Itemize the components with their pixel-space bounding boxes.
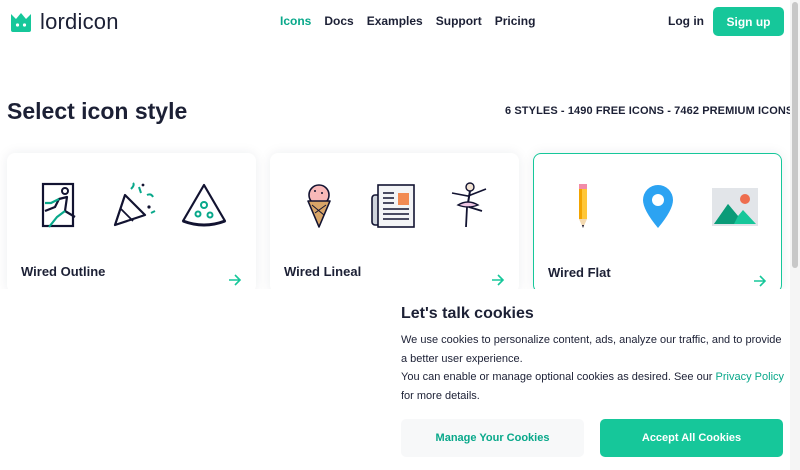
- card-title: Wired Lineal: [284, 264, 362, 279]
- ballerina-icon: [451, 182, 487, 228]
- nav-docs[interactable]: Docs: [324, 14, 353, 28]
- runner-exit-icon: [41, 182, 76, 228]
- page-title: Select icon style: [7, 98, 188, 124]
- newspaper-icon: [371, 184, 415, 228]
- arrow-right-icon[interactable]: [228, 274, 242, 286]
- card-icons: [7, 181, 256, 233]
- card-icons: [270, 181, 519, 233]
- manage-cookies-button[interactable]: Manage Your Cookies: [401, 419, 584, 457]
- style-card-wired-lineal[interactable]: Wired Lineal: [270, 153, 519, 293]
- site-header: lordicon Icons Docs Examples Support Pri…: [0, 0, 800, 44]
- cookie-title: Let's talk cookies: [401, 305, 534, 322]
- arrow-right-icon[interactable]: [753, 275, 767, 287]
- login-link[interactable]: Log in: [668, 14, 704, 28]
- cookie-text-3: for more details.: [401, 389, 480, 402]
- signup-button[interactable]: Sign up: [713, 7, 784, 36]
- style-card-wired-flat[interactable]: Wired Flat: [533, 153, 782, 293]
- ice-cream-icon: [307, 184, 331, 228]
- card-title: Wired Flat: [548, 265, 611, 280]
- logo-text: lordicon: [40, 9, 119, 34]
- nav-support[interactable]: Support: [436, 14, 482, 28]
- card-title: Wired Outline: [21, 264, 106, 279]
- party-popper-icon: [113, 182, 156, 227]
- style-card-wired-outline[interactable]: Wired Outline: [7, 153, 256, 293]
- cookie-text: We use cookies to personalize content, a…: [401, 331, 786, 405]
- crown-icon: [11, 13, 31, 32]
- cookie-text-1: We use cookies to personalize content, a…: [401, 334, 782, 365]
- cookie-text-2: You can enable or manage optional cookie…: [401, 371, 713, 383]
- icon-stats: 6 STYLES - 1490 FREE ICONS - 7462 PREMIU…: [505, 105, 794, 117]
- nav-pricing[interactable]: Pricing: [495, 14, 536, 28]
- nav-icons[interactable]: Icons: [280, 14, 311, 28]
- logo[interactable]: lordicon: [9, 9, 119, 35]
- card-icons: [534, 182, 781, 234]
- location-pin-icon: [643, 185, 673, 228]
- nav-examples[interactable]: Examples: [367, 14, 423, 28]
- main-nav: Icons Docs Examples Support Pricing: [280, 14, 535, 28]
- privacy-policy-link[interactable]: Privacy Policy: [716, 371, 784, 383]
- scrollbar[interactable]: [790, 0, 800, 470]
- image-landscape-icon: [712, 188, 758, 226]
- scrollbar-thumb[interactable]: [792, 2, 798, 268]
- pizza-slice-icon: [181, 183, 227, 227]
- pencil-icon: [579, 184, 587, 228]
- accept-cookies-button[interactable]: Accept All Cookies: [600, 419, 783, 457]
- arrow-right-icon[interactable]: [491, 274, 505, 286]
